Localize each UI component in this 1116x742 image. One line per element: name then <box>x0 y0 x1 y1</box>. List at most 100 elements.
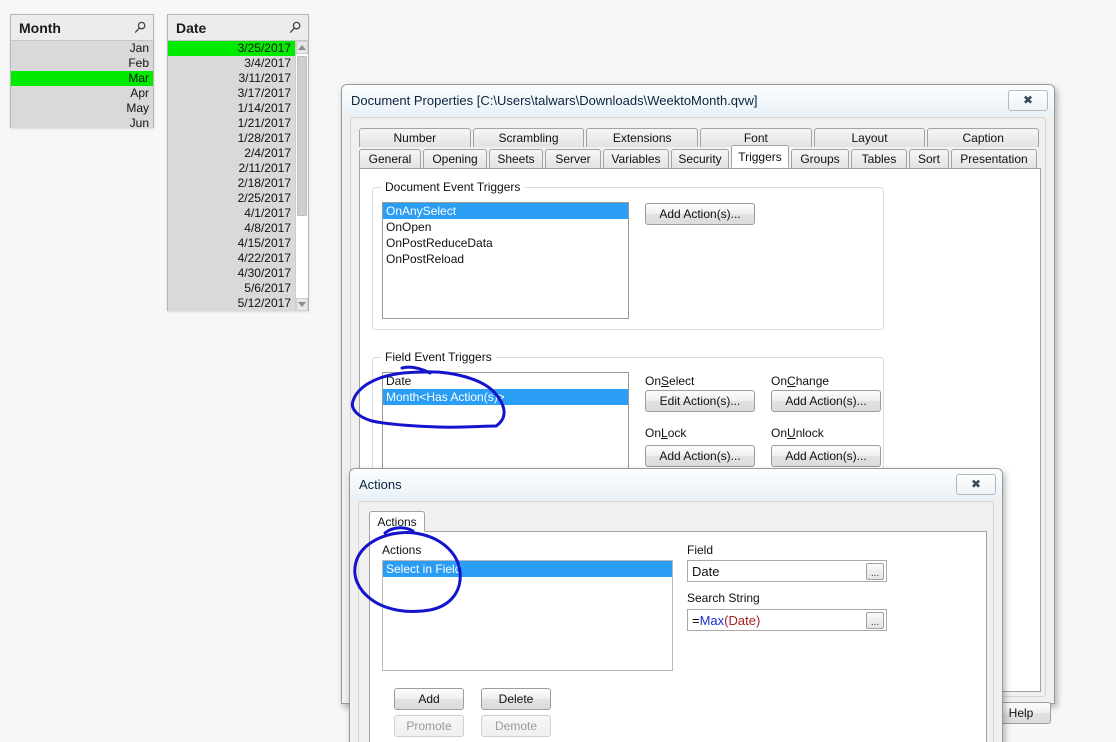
field-input-value: Date <box>692 563 720 579</box>
listbox-month-row[interactable]: Jan <box>11 41 153 56</box>
listbox-month-row[interactable]: Feb <box>11 56 153 71</box>
tabrow-top[interactable]: Number Scrambling Extensions Font Layout Capt… <box>359 128 1041 147</box>
document-add-actions-button[interactable]: Add Action(s)... <box>645 203 755 225</box>
search-string-argument: (Date) <box>724 612 761 628</box>
listbox-date-row[interactable]: 2/25/2017 <box>168 191 295 206</box>
onchange-label: OnChange <box>771 374 830 388</box>
tab-general[interactable]: General <box>359 149 421 168</box>
field-event-trigger-item[interactable]: Date <box>383 373 628 389</box>
listbox-date-row[interactable]: 3/25/2017 <box>168 41 295 56</box>
actions-body: Actions Actions Select in Field Field Da… <box>350 499 1002 742</box>
promote-button[interactable]: Promote <box>394 715 464 737</box>
document-event-trigger-item[interactable]: OnPostReload <box>383 251 628 267</box>
tab-presentation[interactable]: Presentation <box>951 149 1037 168</box>
tab-variables[interactable]: Variables <box>603 149 669 168</box>
scrollbar-thumb[interactable] <box>297 56 307 216</box>
listbox-date-row[interactable]: 4/30/2017 <box>168 266 295 281</box>
listbox-date-body[interactable]: 3/25/2017 3/4/2017 3/11/2017 3/17/2017 1/14/… <box>168 41 308 311</box>
delete-button[interactable]: Delete <box>481 688 551 710</box>
listbox-date-row[interactable]: 5/6/2017 <box>168 281 295 296</box>
tab-opening[interactable]: Opening <box>423 149 487 168</box>
tab-sheets[interactable]: Sheets <box>489 149 543 168</box>
document-properties-title: Document Properties [C:\Users\talwars\Do… <box>351 92 758 108</box>
add-button[interactable]: Add <box>394 688 464 710</box>
action-item[interactable]: Select in Field <box>383 561 672 577</box>
onchange-add-actions-button[interactable]: Add Action(s)... <box>771 390 881 412</box>
listbox-date-caption: Date <box>168 15 308 41</box>
onlock-label: OnLock <box>645 426 687 440</box>
demote-button[interactable]: Demote <box>481 715 551 737</box>
tab-caption[interactable]: Caption <box>927 128 1040 147</box>
tab-layout[interactable]: Layout <box>813 128 926 147</box>
listbox-date-row[interactable]: 2/11/2017 <box>168 161 295 176</box>
actions-titlebar: Actions ✖ <box>350 469 1002 499</box>
close-icon[interactable]: ✖ <box>1008 89 1048 111</box>
listbox-date-row[interactable]: 3/4/2017 <box>168 56 295 71</box>
onselect-label: OnSelect <box>645 374 695 388</box>
listbox-date-row[interactable]: 4/8/2017 <box>168 221 295 236</box>
listbox-date-row[interactable]: 4/22/2017 <box>168 251 295 266</box>
listbox-month-row[interactable]: Jun <box>11 116 153 128</box>
listbox-date-title: Date <box>176 19 207 36</box>
search-icon[interactable] <box>288 21 302 35</box>
onselect-edit-actions-button[interactable]: Edit Action(s)... <box>645 390 755 412</box>
search-string-browse-button[interactable]: ... <box>866 612 884 629</box>
listbox-date-row[interactable]: 4/15/2017 <box>168 236 295 251</box>
scrollbar-track[interactable] <box>296 54 308 298</box>
close-icon[interactable]: ✖ <box>956 473 996 495</box>
listbox-month-row[interactable]: Mar <box>11 71 153 86</box>
tab-security[interactable]: Security <box>671 149 729 168</box>
listbox-date-row[interactable]: 1/28/2017 <box>168 131 295 146</box>
tab-actions[interactable]: Actions <box>369 511 425 532</box>
listbox-month-caption: Month <box>11 15 153 41</box>
scroll-down-button[interactable] <box>296 298 308 311</box>
actions-list[interactable]: Select in Field <box>382 560 673 671</box>
tab-triggers[interactable]: Triggers <box>731 145 789 168</box>
tabrow-bottom[interactable]: General Opening Sheets Server Variables Secur… <box>359 145 1041 168</box>
tab-tables[interactable]: Tables <box>851 149 907 168</box>
listbox-date-row[interactable]: 3/11/2017 <box>168 71 295 86</box>
listbox-date-scrollbar[interactable] <box>295 41 308 311</box>
listbox-month-row[interactable]: Apr <box>11 86 153 101</box>
triangle-up-icon <box>298 45 306 50</box>
actions-tabrow[interactable]: Actions <box>369 511 427 532</box>
listbox-month-body[interactable]: Jan Feb Mar Apr May Jun <box>11 41 153 128</box>
search-string-function: Max <box>699 612 725 628</box>
scroll-up-button[interactable] <box>296 41 308 54</box>
onlock-add-actions-button[interactable]: Add Action(s)... <box>645 445 755 467</box>
actions-group-label: Actions <box>382 543 422 557</box>
listbox-date-row[interactable]: 1/14/2017 <box>168 101 295 116</box>
search-string-equals: = <box>692 612 700 628</box>
tab-extensions[interactable]: Extensions <box>586 128 699 147</box>
listbox-date[interactable]: Date 3/25/2017 3/4/2017 3/11/2017 3/17/2017… <box>167 14 309 311</box>
listbox-date-row[interactable]: 5/12/2017 <box>168 296 295 311</box>
listbox-date-row[interactable]: 2/4/2017 <box>168 146 295 161</box>
listbox-date-row[interactable]: 1/21/2017 <box>168 116 295 131</box>
search-icon[interactable] <box>133 21 147 35</box>
actions-dialog[interactable]: Actions ✖ Actions Actions Select in Fiel… <box>349 468 1003 742</box>
field-event-trigger-item[interactable]: Month<Has Action(s)> <box>383 389 628 405</box>
listbox-month-row[interactable]: May <box>11 101 153 116</box>
field-browse-button[interactable]: ... <box>866 563 884 580</box>
document-properties-titlebar: Document Properties [C:\Users\talwars\Do… <box>342 85 1054 115</box>
tab-groups[interactable]: Groups <box>791 149 849 168</box>
field-input[interactable]: Date ... <box>687 560 887 582</box>
tab-sort[interactable]: Sort <box>909 149 949 168</box>
document-event-triggers-list[interactable]: OnAnySelect OnOpen OnPostReduceData OnPostR… <box>382 202 629 319</box>
document-event-trigger-item[interactable]: OnOpen <box>383 219 628 235</box>
actions-frame: Actions Actions Select in Field Field Da… <box>358 501 994 742</box>
group-document-event-triggers: Document Event Triggers OnAnySelect OnOpe… <box>372 180 884 330</box>
listbox-month[interactable]: Month Jan Feb Mar Apr May Jun <box>10 14 154 128</box>
search-string-input[interactable]: = Max (Date) ... <box>687 609 887 631</box>
document-event-trigger-item[interactable]: OnPostReduceData <box>383 235 628 251</box>
tab-scrambling[interactable]: Scrambling <box>472 128 585 147</box>
screen-root: Month Jan Feb Mar Apr May Jun Date 3/25/… <box>0 0 1116 742</box>
tab-server[interactable]: Server <box>545 149 601 168</box>
onunlock-add-actions-button[interactable]: Add Action(s)... <box>771 445 881 467</box>
listbox-date-row[interactable]: 2/18/2017 <box>168 176 295 191</box>
listbox-date-row[interactable]: 3/17/2017 <box>168 86 295 101</box>
tab-number[interactable]: Number <box>359 128 471 147</box>
listbox-date-row[interactable]: 4/1/2017 <box>168 206 295 221</box>
listbox-month-title: Month <box>19 19 61 36</box>
document-event-trigger-item[interactable]: OnAnySelect <box>383 203 628 219</box>
